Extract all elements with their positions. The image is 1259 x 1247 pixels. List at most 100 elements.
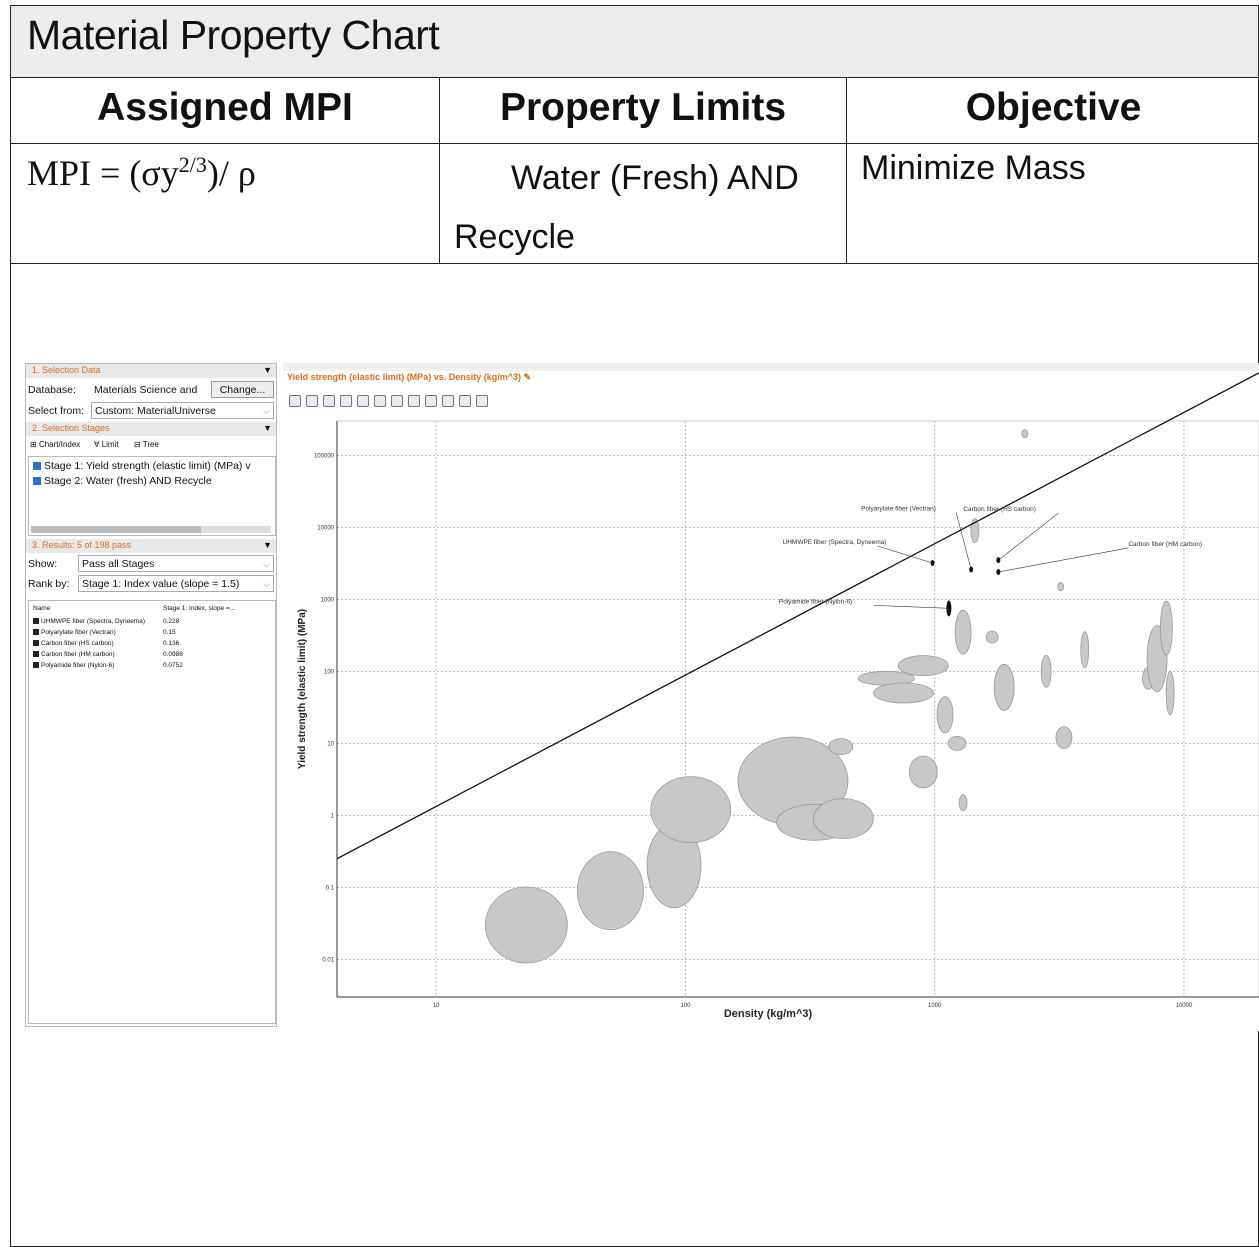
plot-area xyxy=(336,420,1259,998)
result-value: 0.15 xyxy=(163,629,176,636)
mpi-exponent: 2/3 xyxy=(178,152,207,177)
zoom-out-icon[interactable] xyxy=(391,395,403,407)
point-label: UHMWPE fiber (Spectra, Dyneema) xyxy=(783,539,887,546)
limit-label: Limit xyxy=(101,440,119,449)
selection-data-header[interactable]: 1. Selection Data ▼ xyxy=(26,364,276,378)
select-from-value: Custom: MaterialUniverse xyxy=(95,405,216,417)
database-label: Database: xyxy=(28,384,76,396)
material-bubble xyxy=(812,798,874,840)
zoom-in-icon[interactable] xyxy=(374,395,386,407)
stage-item-2[interactable]: Stage 2: Water (fresh) AND Recycle xyxy=(33,475,212,487)
material-bubble xyxy=(1021,429,1029,439)
results-list: Name Stage 1: Index, slope =... UHMWPE fi… xyxy=(28,600,276,1024)
stage-icon[interactable] xyxy=(357,395,369,407)
y-axis-label: Yield strength (elastic limit) (MPa) xyxy=(297,609,308,769)
pointer-icon[interactable] xyxy=(306,395,318,407)
highlighted-point xyxy=(930,559,935,566)
x-axis-label: Density (kg/m^3) xyxy=(724,1008,813,1020)
limits-cell: Water (Fresh) AND Recycle xyxy=(440,144,847,263)
header-limits: Property Limits xyxy=(499,86,787,129)
stage-list: Stage 1: Yield strength (elastic limit) … xyxy=(28,456,276,536)
chart-type-icon[interactable] xyxy=(476,395,488,407)
selection-stages-title: 2. Selection Stages xyxy=(32,423,110,433)
property-limits-text: Water (Fresh) AND Recycle xyxy=(454,159,799,256)
collapse-icon[interactable]: ▼ xyxy=(263,422,272,435)
material-bubble xyxy=(737,736,849,826)
show-dropdown[interactable]: Pass all Stages ⌵ xyxy=(78,555,274,572)
annotation-leader xyxy=(998,547,1129,573)
point-label: Carbon fiber (HS carbon) xyxy=(963,506,1036,513)
material-bubble xyxy=(936,696,954,734)
list-item[interactable]: UHMWPE fiber (Spectra, Dyneema) 0.228 xyxy=(33,618,179,625)
material-bubble xyxy=(1165,670,1175,716)
checkbox-icon[interactable] xyxy=(33,477,41,486)
horizontal-scrollbar[interactable] xyxy=(31,526,271,533)
scroll-thumb[interactable] xyxy=(31,526,201,533)
label-icon[interactable] xyxy=(425,395,437,407)
selection-stages-header[interactable]: 2. Selection Stages ▼ xyxy=(26,422,276,436)
rank-by-value: Stage 1: Index value (slope = 1.5) xyxy=(82,578,240,590)
record-icon xyxy=(33,629,39,636)
chevron-down-icon: ⌵ xyxy=(263,406,270,416)
material-bubble xyxy=(947,735,967,751)
value-row: MPI = (σy2/3)/ ρ Water (Fresh) AND Recyc… xyxy=(11,144,1258,264)
chart-tabs[interactable] xyxy=(283,363,1259,371)
fit-icon[interactable] xyxy=(408,395,420,407)
show-value: Pass all Stages xyxy=(82,558,155,570)
pen-icon[interactable] xyxy=(442,395,454,407)
header-mpi: Assigned MPI xyxy=(97,86,353,129)
y-tick-label: 0.1 xyxy=(326,885,335,891)
database-value: Materials Science and xyxy=(94,384,198,396)
annotation-leader xyxy=(998,512,1059,561)
objective-text: Minimize Mass xyxy=(861,149,1086,187)
change-database-button[interactable]: Change... xyxy=(211,381,274,398)
collapse-icon[interactable]: ▼ xyxy=(263,539,272,552)
name-column-header[interactable]: Name xyxy=(33,605,50,612)
record-icon xyxy=(33,618,39,625)
line-icon[interactable] xyxy=(323,395,335,407)
header-row: Assigned MPI Property Limits Objective xyxy=(11,78,1258,144)
chart-svg: 10 100 1000 10000 0.01 0.1 1 10 100 1000 10000 1000… xyxy=(297,372,1259,1020)
y-tick-label: 10000 xyxy=(317,525,334,531)
x-tick-label: 1000 xyxy=(928,1003,942,1009)
box-icon[interactable] xyxy=(340,395,352,407)
y-tick-label: 10 xyxy=(327,741,334,747)
annotation-leader xyxy=(877,545,933,564)
header-cell-mpi: Assigned MPI xyxy=(11,78,440,143)
point-label: Carbon fiber (HM carbon) xyxy=(1128,541,1202,548)
x-tick-label: 10 xyxy=(433,1003,440,1009)
select-icon[interactable] xyxy=(289,395,301,407)
result-name: UHMWPE fiber (Spectra, Dyneema) xyxy=(41,618,146,625)
limit-tool[interactable]: ∀ Limit xyxy=(94,440,119,449)
ces-selector-screenshot: 1. Selection Data ▼ Database: Materials S… xyxy=(25,363,1259,1031)
results-header[interactable]: 3. Results: 5 of 198 pass ▼ xyxy=(26,539,276,553)
result-name: Polyamide fiber (Nylon-6) xyxy=(41,662,115,669)
edit-icon[interactable]: ✎ xyxy=(524,372,532,382)
rank-by-label: Rank by: xyxy=(28,578,70,590)
collapse-icon[interactable]: ▼ xyxy=(263,364,272,377)
list-item[interactable]: Carbon fiber (HM carbon) 0.0986 xyxy=(33,651,183,658)
axis-icon[interactable] xyxy=(459,395,471,407)
material-bubble xyxy=(650,776,732,844)
material-bubble xyxy=(1055,726,1073,750)
material-bubble xyxy=(993,663,1015,711)
tree-label: Tree xyxy=(142,440,159,449)
y-tick-label: 100000 xyxy=(314,453,335,459)
x-tick-label: 100 xyxy=(680,1003,691,1009)
list-item[interactable]: Carbon fiber (HS carbon) 0.136 xyxy=(33,640,179,647)
list-item[interactable]: Polyarylate fiber (Vectran) 0.15 xyxy=(33,629,176,636)
rank-by-dropdown[interactable]: Stage 1: Index value (slope = 1.5) ⌵ xyxy=(78,575,274,592)
material-bubble xyxy=(908,755,938,789)
index-column-header[interactable]: Stage 1: Index, slope =... xyxy=(163,605,235,612)
checkbox-icon[interactable] xyxy=(33,462,41,471)
point-label: Polyarylate fiber (Vectran) xyxy=(861,505,936,512)
stage-item-1[interactable]: Stage 1: Yield strength (elastic limit) … xyxy=(33,460,251,472)
y-tick-label: 100 xyxy=(324,669,335,675)
record-icon xyxy=(33,640,39,647)
chart-index-tool[interactable]: ⊞ Chart/Index xyxy=(30,440,80,449)
select-from-dropdown[interactable]: Custom: MaterialUniverse ⌵ xyxy=(91,402,274,419)
tree-tool[interactable]: ⊟ Tree xyxy=(134,440,159,449)
record-icon xyxy=(33,651,39,658)
results-column-header: Name Stage 1: Index, slope =... xyxy=(33,605,235,612)
list-item[interactable]: Polyamide fiber (Nylon-6) 0.0752 xyxy=(33,662,183,669)
